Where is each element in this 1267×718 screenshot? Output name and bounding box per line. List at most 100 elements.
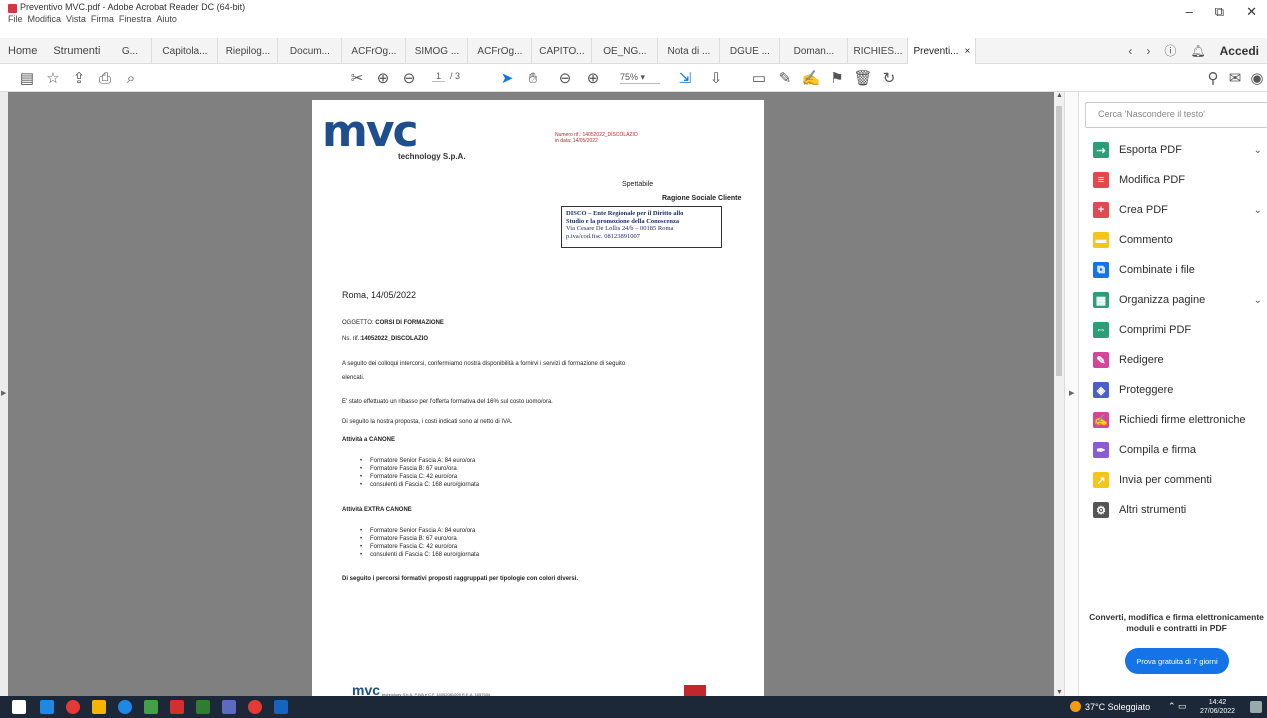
- print-icon[interactable]: ⎙: [96, 68, 114, 88]
- accedi-button[interactable]: Accedi: [1220, 44, 1259, 58]
- document-tab[interactable]: ACFrOg...: [342, 38, 407, 64]
- document-tab[interactable]: Docum...: [278, 38, 343, 64]
- weather-widget[interactable]: 37°C Soleggiato: [1070, 701, 1150, 712]
- main-toolbar: ▤ ☆ ⇪ ⎙ ⌕ ✂ ⊕ ⊖ 1 / 3 ➤ ✋︎ ⊖ ⊕ 75% ▾ ⇲ ⇩…: [0, 64, 1267, 92]
- opera-icon[interactable]: [248, 700, 262, 714]
- rotate-icon[interactable]: ↻: [880, 68, 898, 88]
- document-tab[interactable]: SIMOG ...: [406, 38, 469, 64]
- acrobat-taskbar-icon[interactable]: [170, 700, 184, 714]
- document-tab[interactable]: Capitola...: [152, 38, 219, 64]
- tool-proteggere[interactable]: ◈ Proteggere: [1093, 379, 1267, 401]
- fit-page-icon[interactable]: ⇲: [674, 68, 696, 88]
- select-cursor-icon[interactable]: ➤: [498, 68, 516, 88]
- upload-icon[interactable]: ⇪: [70, 68, 88, 88]
- excel-icon[interactable]: [196, 700, 210, 714]
- system-tray[interactable]: ⌃ ▭: [1168, 701, 1187, 712]
- right-panel-toggle[interactable]: ▶: [1064, 92, 1078, 696]
- free-trial-button[interactable]: Prova gratuita di 7 giorni: [1125, 648, 1229, 674]
- bookmark-star-icon[interactable]: ☆: [44, 68, 62, 88]
- tab-prev-icon[interactable]: ‹: [1128, 44, 1132, 58]
- scroll-thumb[interactable]: [1056, 106, 1062, 376]
- file-explorer-icon[interactable]: [92, 700, 106, 714]
- menu-vista[interactable]: Vista: [66, 14, 86, 24]
- tool-crea-pdf[interactable]: + Crea PDF ⌄: [1093, 199, 1267, 221]
- weather-text: 37°C Soleggiato: [1085, 701, 1151, 712]
- tab-home[interactable]: Home: [0, 38, 45, 64]
- outlook-icon[interactable]: [40, 700, 54, 714]
- windows-start-icon[interactable]: [12, 700, 26, 714]
- panel-search-input[interactable]: Cerca 'Nascondere il testo': [1085, 102, 1267, 128]
- document-tab[interactable]: G...: [108, 38, 153, 64]
- paragraph-proposal: Di seguito la nostra proposta, i costi i…: [342, 419, 513, 425]
- menu-firma[interactable]: Firma: [91, 14, 114, 24]
- scroll-mode-icon[interactable]: ⇩: [706, 68, 726, 88]
- menu-modifica[interactable]: Modifica: [28, 14, 62, 24]
- sheets-icon[interactable]: [144, 700, 158, 714]
- tab-strumenti[interactable]: Strumenti: [45, 38, 108, 64]
- document-tab[interactable]: DGUE ...: [720, 38, 781, 64]
- left-panel-toggle[interactable]: ▶: [0, 92, 8, 696]
- share-icon[interactable]: ⚲: [1204, 68, 1222, 88]
- save-icon[interactable]: ▤: [18, 68, 36, 88]
- help-icon[interactable]: ⓘ: [1164, 42, 1176, 59]
- tab-next-icon[interactable]: ›: [1146, 44, 1150, 58]
- menu-aiuto[interactable]: Aiuto: [156, 14, 177, 24]
- minimize-button[interactable]: –: [1186, 4, 1193, 20]
- zoom-in-icon[interactable]: ⊕: [584, 68, 602, 88]
- word-icon[interactable]: [274, 700, 288, 714]
- close-window-button[interactable]: ✕: [1246, 4, 1257, 20]
- account-icon[interactable]: ◉: [1248, 68, 1266, 88]
- zoom-out-icon[interactable]: ⊖: [556, 68, 574, 88]
- tool-modifica-pdf[interactable]: ≡ Modifica PDF: [1093, 169, 1267, 191]
- tab-active-document[interactable]: Preventi... ×: [908, 38, 977, 64]
- delete-icon[interactable]: 🗑︎: [853, 68, 872, 88]
- close-tab-icon[interactable]: ×: [965, 46, 971, 57]
- tool-invia-per-commenti[interactable]: ↗ Invia per commenti: [1093, 469, 1267, 491]
- edge-icon[interactable]: [118, 700, 132, 714]
- tool-altri-strumenti[interactable]: ⚙ Altri strumenti: [1093, 499, 1267, 521]
- tabbar-right: ‹ › ⓘ 🔔︎ Accedi: [1128, 38, 1267, 63]
- page-down-icon[interactable]: ⊖: [400, 68, 418, 88]
- search-icon[interactable]: ⌕: [122, 68, 140, 88]
- menu-file[interactable]: File: [8, 14, 23, 24]
- chevron-down-icon[interactable]: ⌄: [1254, 205, 1262, 216]
- zoom-select[interactable]: 75% ▾: [620, 72, 660, 84]
- bell-icon[interactable]: 🔔︎: [1190, 44, 1205, 58]
- document-tab[interactable]: RICHIES...: [848, 38, 909, 64]
- notification-icon[interactable]: [1250, 701, 1262, 713]
- sign-icon[interactable]: ✍: [802, 68, 821, 88]
- tool-compila-e-firma[interactable]: ✒ Compila e firma: [1093, 439, 1267, 461]
- scroll-down-icon[interactable]: ▼: [1056, 689, 1063, 696]
- stamp-icon[interactable]: ⚑: [828, 68, 846, 88]
- chevron-down-icon[interactable]: ⌄: [1254, 145, 1262, 156]
- restore-button[interactable]: ⧉: [1215, 4, 1224, 20]
- comment-icon[interactable]: ▭: [750, 68, 768, 88]
- document-tab[interactable]: OE_NG...: [592, 38, 659, 64]
- document-tab[interactable]: ACFrOg...: [468, 38, 533, 64]
- scroll-up-icon[interactable]: ▲: [1056, 92, 1063, 99]
- scissors-icon[interactable]: ✂: [348, 68, 366, 88]
- email-icon[interactable]: ✉: [1226, 68, 1244, 88]
- tool-label: Organizza pagine: [1119, 294, 1206, 306]
- vertical-scrollbar[interactable]: ▲ ▼: [1054, 92, 1064, 696]
- page-up-icon[interactable]: ⊕: [374, 68, 392, 88]
- chevron-down-icon[interactable]: ⌄: [1254, 295, 1262, 306]
- document-tab[interactable]: Nota di ...: [658, 38, 721, 64]
- document-tab[interactable]: Riepilog...: [218, 38, 279, 64]
- teams-icon[interactable]: [222, 700, 236, 714]
- tool-commento[interactable]: ▬ Commento: [1093, 229, 1267, 251]
- document-tab[interactable]: Doman...: [780, 38, 849, 64]
- clock[interactable]: 14:42 27/06/2022: [1200, 698, 1235, 716]
- tool-organizza-pagine[interactable]: ▦ Organizza pagine ⌄: [1093, 289, 1267, 311]
- highlight-pen-icon[interactable]: ✎: [776, 68, 794, 88]
- tool-richiedi-firme-elettroniche[interactable]: ✍ Richiedi firme elettroniche: [1093, 409, 1267, 431]
- tool-esporta-pdf[interactable]: ⇢ Esporta PDF ⌄: [1093, 139, 1267, 161]
- tool-comprimi-pdf[interactable]: ⇔ Comprimi PDF: [1093, 319, 1267, 341]
- menu-finestra[interactable]: Finestra: [119, 14, 152, 24]
- tool-redigere[interactable]: ✎ Redigere: [1093, 349, 1267, 371]
- page-number-input[interactable]: 1: [432, 71, 446, 82]
- hand-tool-icon[interactable]: ✋︎: [524, 68, 542, 88]
- document-tab[interactable]: CAPITO...: [532, 38, 593, 64]
- chrome-icon[interactable]: [66, 700, 80, 714]
- tool-combinate-i-file[interactable]: ⧉ Combinate i file: [1093, 259, 1267, 281]
